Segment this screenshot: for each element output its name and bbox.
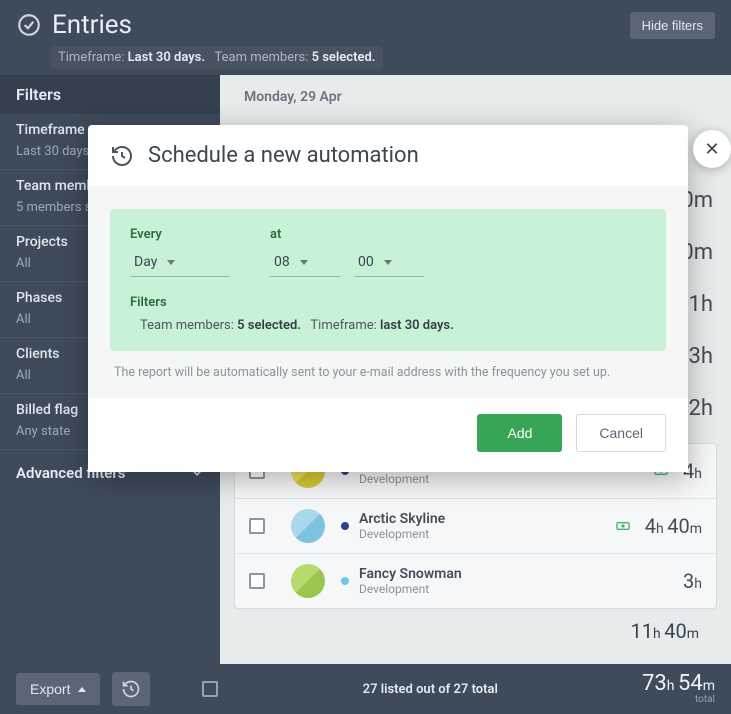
filters-summary: Team members: 5 selected. Timeframe: las…: [130, 318, 646, 333]
filters-label: Filters: [130, 295, 646, 310]
every-label: Every: [130, 227, 230, 242]
history-icon: [110, 144, 134, 168]
hour-select[interactable]: 08: [270, 250, 340, 277]
frequency-select[interactable]: Day: [130, 250, 230, 277]
schedule-automation-modal: Schedule a new automation Every Day at 0…: [88, 125, 688, 472]
caret-down-icon: [167, 260, 175, 265]
minute-select[interactable]: 00: [354, 250, 424, 277]
caret-down-icon: [384, 260, 392, 265]
schedule-note: The report will be automatically sent to…: [110, 365, 666, 380]
at-label: at: [270, 227, 424, 242]
close-button[interactable]: ✕: [693, 130, 731, 168]
modal-title: Schedule a new automation: [148, 143, 419, 168]
add-button[interactable]: Add: [477, 414, 562, 452]
caret-down-icon: [300, 260, 308, 265]
close-icon: ✕: [704, 139, 719, 160]
schedule-settings: Every Day at 08 00: [110, 209, 666, 351]
cancel-button[interactable]: Cancel: [576, 414, 666, 452]
